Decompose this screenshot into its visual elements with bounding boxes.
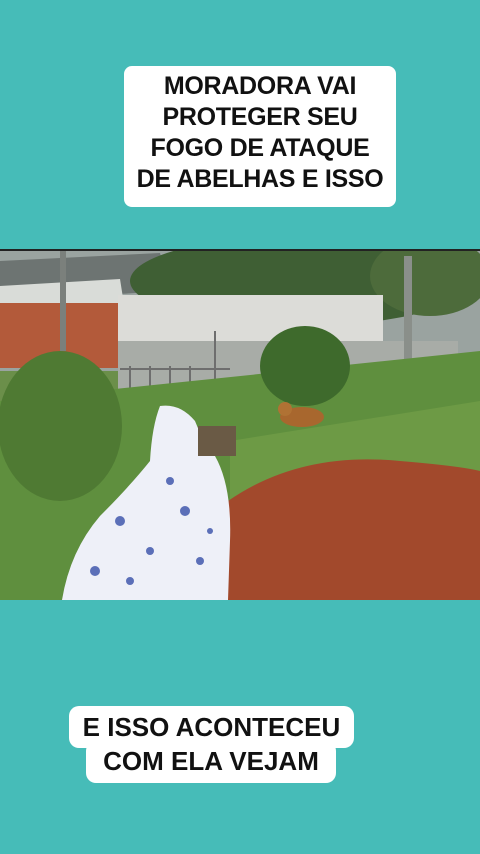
top-caption-line-4: DE ABELHAS E ISSO	[136, 165, 384, 193]
cctv-video-frame[interactable]	[0, 249, 480, 600]
bottom-caption-line-2: COM ELA VEJAM	[86, 741, 336, 783]
yard-scene-image	[0, 251, 480, 600]
top-caption-line-3: FOGO DE ATAQUE	[150, 134, 370, 162]
top-caption: MORADORA VAI PROTEGER SEU FOGO DE ATAQUE…	[124, 66, 396, 207]
top-caption-line-1: MORADORA VAI	[163, 72, 357, 100]
top-caption-line-2: PROTEGER SEU	[162, 103, 358, 131]
